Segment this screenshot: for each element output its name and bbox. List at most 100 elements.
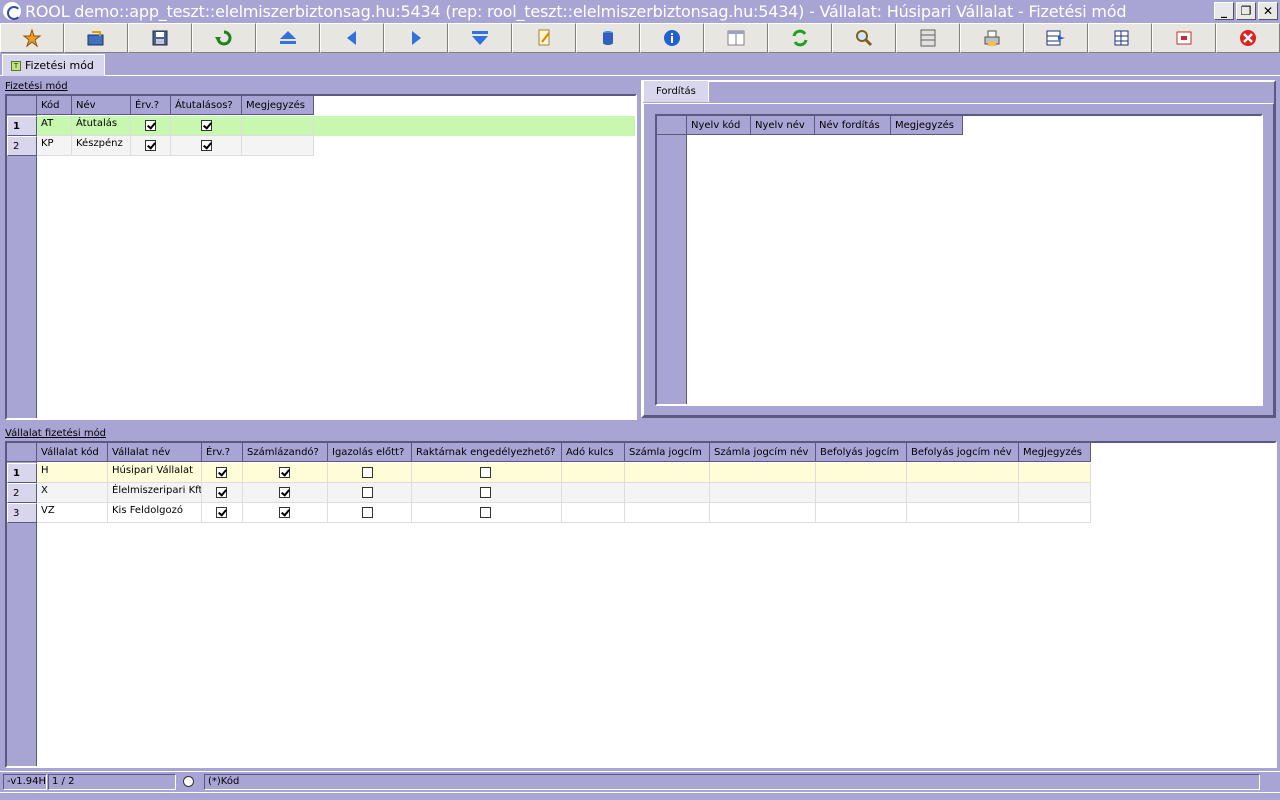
col-header-nyelv-kod[interactable]: Nyelv kód — [687, 116, 751, 135]
vallalat-fizetesi-mod-grid[interactable]: Vállalat kód Vállalat név Érv.? Számláza… — [5, 441, 1277, 768]
col-header-megjegyzes[interactable]: Megjegyzés — [242, 96, 314, 115]
cell-szamlazando[interactable] — [243, 503, 328, 523]
cell-nev[interactable]: Átutalás — [72, 116, 131, 136]
cell-kod[interactable]: AT — [37, 116, 72, 136]
cell-vallalat-nev[interactable]: Húsipari Vállalat — [108, 463, 202, 483]
col-header-nev-forditas[interactable]: Név fordítás — [815, 116, 891, 135]
col-header-befolyas-jogcim-nev[interactable]: Befolyás jogcím név — [907, 443, 1019, 462]
row-number[interactable]: 3 — [7, 503, 37, 523]
szamlazando-checkbox[interactable] — [279, 487, 290, 498]
cell-szamla-jogcim-nev[interactable] — [710, 483, 816, 503]
col-header-nev[interactable]: Név — [72, 96, 131, 115]
cell-befolyas-jogcim[interactable] — [816, 483, 907, 503]
cell-kod[interactable]: KP — [37, 136, 72, 156]
row-number[interactable]: 1 — [7, 116, 37, 136]
table-row[interactable]: H Húsipari Vállalat — [37, 463, 1091, 483]
cell-vallalat-kod[interactable]: X — [37, 483, 108, 503]
atutalasos-checkbox[interactable] — [201, 140, 212, 151]
cell-vallalat-nev[interactable]: Élelmiszeripari Kft. — [108, 483, 202, 503]
cell-megjegyzes[interactable] — [242, 116, 314, 136]
col-header-igazolas-elott[interactable]: Igazolás előtt? — [328, 443, 412, 462]
cell-igazolas-elott[interactable] — [328, 463, 412, 483]
cell-ado-kulcs[interactable] — [562, 483, 625, 503]
grid-export-button[interactable] — [1024, 23, 1088, 53]
cell-megjegyzes[interactable] — [242, 136, 314, 156]
cell-ado-kulcs[interactable] — [562, 463, 625, 483]
cell-megjegyzes[interactable] — [1019, 483, 1091, 503]
fizetesi-mod-grid[interactable]: Kód Név Érv.? Átutalásos? Megjegyzés 1 A… — [5, 94, 637, 420]
first-record-button[interactable] — [256, 23, 320, 53]
table-row[interactable]: KP Készpénz — [37, 136, 314, 156]
row-number[interactable]: 2 — [7, 483, 37, 503]
exit-button[interactable] — [1216, 23, 1280, 53]
cell-szamla-jogcim[interactable] — [625, 483, 710, 503]
grid-import-button[interactable] — [1088, 23, 1152, 53]
col-header-erv[interactable]: Érv.? — [131, 96, 171, 115]
cell-megjegyzes[interactable] — [1019, 463, 1091, 483]
cell-vallalat-kod[interactable]: VZ — [37, 503, 108, 523]
atutalasos-checkbox[interactable] — [201, 120, 212, 131]
cell-raktarnak[interactable] — [412, 503, 562, 523]
save-button[interactable] — [128, 23, 192, 53]
minimize-button[interactable]: _ — [1214, 2, 1234, 20]
info-button[interactable] — [640, 23, 704, 53]
database-button[interactable] — [576, 23, 640, 53]
cell-megjegyzes[interactable] — [1019, 503, 1091, 523]
table-row[interactable]: VZ Kis Feldolgozó — [37, 503, 1091, 523]
cell-nev[interactable]: Készpénz — [72, 136, 131, 156]
tab-forditas[interactable]: Fordítás — [643, 80, 709, 102]
forditas-grid[interactable]: Nyelv kód Nyelv név Név fordítás Megjegy… — [655, 114, 1263, 406]
search-button[interactable] — [832, 23, 896, 53]
close-window-button[interactable]: ✕ — [1258, 2, 1278, 20]
cell-vallalat-kod[interactable]: H — [37, 463, 108, 483]
igazolas-checkbox[interactable] — [362, 467, 373, 478]
app-icon[interactable] — [3, 2, 21, 20]
cell-befolyas-jogcim-nev[interactable] — [907, 463, 1019, 483]
cell-erv[interactable] — [202, 503, 243, 523]
col-header-erv[interactable]: Érv.? — [202, 443, 243, 462]
layout-button[interactable] — [704, 23, 768, 53]
szamlazando-checkbox[interactable] — [279, 467, 290, 478]
col-header-megjegyzes[interactable]: Megjegyzés — [891, 116, 963, 135]
cell-igazolas-elott[interactable] — [328, 503, 412, 523]
refresh-button[interactable] — [768, 23, 832, 53]
erv-checkbox[interactable] — [216, 467, 227, 478]
col-header-szamla-jogcim-nev[interactable]: Számla jogcím név — [710, 443, 816, 462]
undo-button[interactable] — [192, 23, 256, 53]
col-header-vallalat-nev[interactable]: Vállalat név — [108, 443, 202, 462]
table-row[interactable]: X Élelmiszeripari Kft. — [37, 483, 1091, 503]
cell-atutalasos[interactable] — [171, 116, 242, 136]
erv-checkbox[interactable] — [216, 507, 227, 518]
next-record-button[interactable] — [384, 23, 448, 53]
erv-checkbox[interactable] — [145, 140, 156, 151]
col-header-megjegyzes[interactable]: Megjegyzés — [1019, 443, 1091, 462]
col-header-vallalat-kod[interactable]: Vállalat kód — [37, 443, 108, 462]
last-record-button[interactable] — [448, 23, 512, 53]
cell-erv[interactable] — [202, 483, 243, 503]
col-header-raktarnak[interactable]: Raktárnak engedélyezhető? — [412, 443, 562, 462]
fullscreen-button[interactable] — [1152, 23, 1216, 53]
cell-befolyas-jogcim-nev[interactable] — [907, 483, 1019, 503]
erv-checkbox[interactable] — [145, 120, 156, 131]
cell-szamla-jogcim[interactable] — [625, 463, 710, 483]
raktarnak-checkbox[interactable] — [480, 487, 491, 498]
cell-raktarnak[interactable] — [412, 483, 562, 503]
igazolas-checkbox[interactable] — [362, 507, 373, 518]
cell-befolyas-jogcim[interactable] — [816, 503, 907, 523]
cell-erv[interactable] — [131, 136, 171, 156]
cell-szamla-jogcim-nev[interactable] — [710, 503, 816, 523]
cell-szamlazando[interactable] — [243, 483, 328, 503]
col-header-ado-kulcs[interactable]: Adó kulcs — [562, 443, 625, 462]
row-number[interactable]: 2 — [7, 136, 37, 156]
raktarnak-checkbox[interactable] — [480, 507, 491, 518]
edit-button[interactable] — [512, 23, 576, 53]
tab-fizetesi-mod[interactable]: T Fizetési mód — [2, 54, 105, 76]
col-header-atutalasos[interactable]: Átutalásos? — [171, 96, 242, 115]
cell-befolyas-jogcim[interactable] — [816, 463, 907, 483]
cell-vallalat-nev[interactable]: Kis Feldolgozó — [108, 503, 202, 523]
table-row[interactable]: AT Átutalás — [37, 116, 635, 136]
cell-ado-kulcs[interactable] — [562, 503, 625, 523]
cell-raktarnak[interactable] — [412, 463, 562, 483]
cell-erv[interactable] — [202, 463, 243, 483]
row-number[interactable]: 1 — [7, 463, 37, 483]
